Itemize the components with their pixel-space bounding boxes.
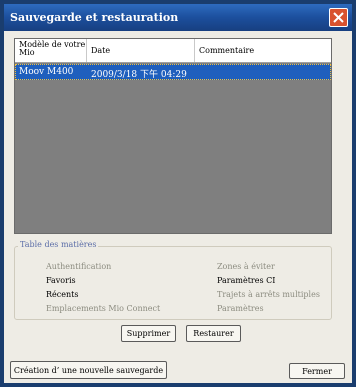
item-recents: Récents: [46, 290, 79, 299]
title-bar[interactable]: Sauvegarde et restauration: [4, 4, 352, 31]
item-settings: Paramètres: [217, 304, 264, 313]
item-authentication: Authentification: [46, 262, 112, 271]
backup-list[interactable]: Modèle de votre Mio Date Commentaire Moo…: [14, 38, 332, 234]
item-mio-connect-locations: Emplacements Mio Connect: [46, 304, 161, 313]
row-model: Moov M400: [19, 67, 74, 77]
restore-button[interactable]: Restaurer: [186, 325, 241, 342]
list-header: Modèle de votre Mio Date Commentaire: [15, 39, 331, 63]
backup-restore-dialog: Sauvegarde et restauration Modèle de vot…: [0, 0, 356, 387]
item-ci-settings: Paramètres CI: [217, 276, 276, 285]
close-window-button[interactable]: [329, 8, 348, 27]
column-header-model[interactable]: Modèle de votre Mio: [15, 39, 87, 62]
item-favorites: Favoris: [46, 276, 76, 285]
window-title: Sauvegarde et restauration: [10, 11, 179, 24]
column-header-comment[interactable]: Commentaire: [195, 39, 331, 62]
contents-group-label: Table des matières: [18, 240, 99, 249]
delete-button[interactable]: Supprimer: [121, 325, 176, 342]
column-header-date[interactable]: Date: [87, 39, 195, 62]
table-row[interactable]: Moov M400 2009/3/18 下午 04:29: [15, 64, 331, 80]
close-icon: [333, 12, 344, 23]
close-button[interactable]: Fermer: [289, 363, 345, 379]
item-zones-to-avoid: Zones à éviter: [217, 262, 275, 271]
new-backup-button[interactable]: Création d’ une nouvelle sauvegarde: [10, 361, 167, 379]
item-multi-stop-routes: Trajets à arrêts multiples: [217, 290, 320, 299]
row-date: 2009/3/18 下午 04:29: [91, 70, 187, 80]
